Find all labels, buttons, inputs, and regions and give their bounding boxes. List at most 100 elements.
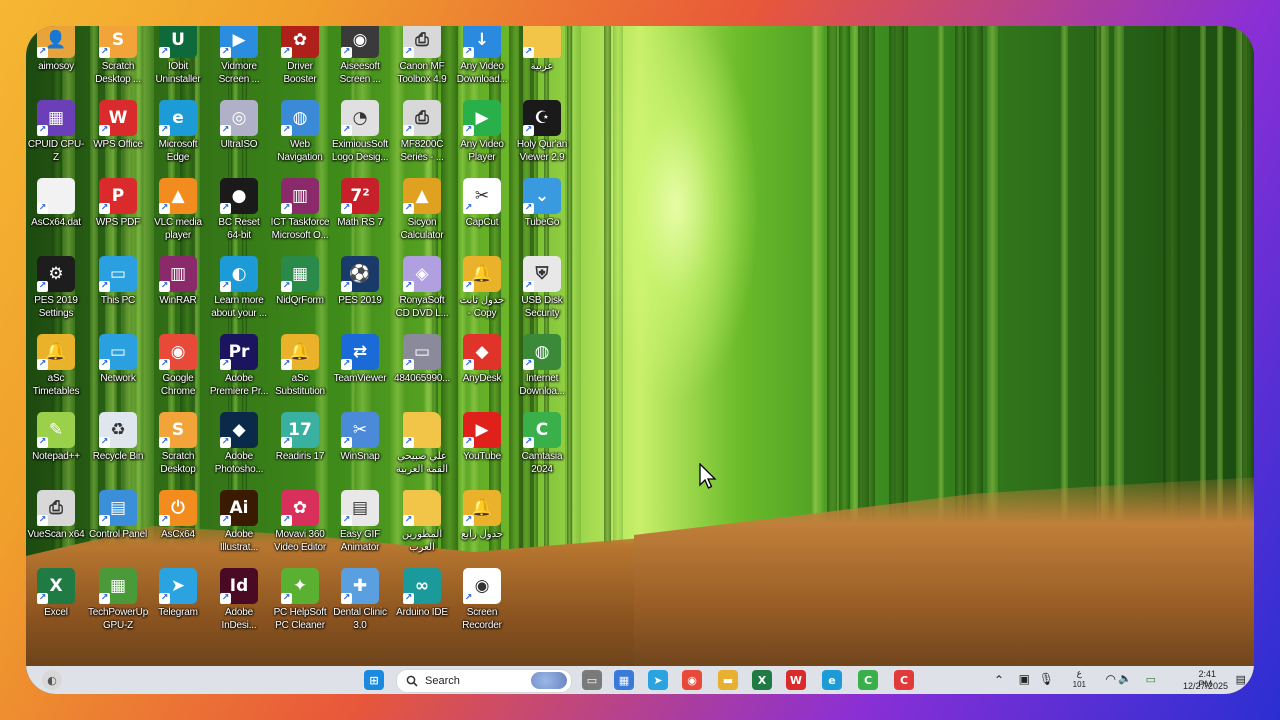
desktop-icon[interactable]: 7² ↗ Math RS 7	[330, 178, 390, 256]
desktop-icon[interactable]: ⏻ ↗ AsCx64	[148, 490, 208, 568]
desktop-icon[interactable]: ▶ ↗ YouTube	[452, 412, 512, 490]
store-icon[interactable]: ▦	[614, 670, 634, 690]
desktop-icon[interactable]: ∞ ↗ Arduino IDE	[392, 568, 452, 646]
desktop-icon[interactable]: ▦ ↗ CPUID CPU-Z	[26, 100, 86, 178]
desktop-icon[interactable]: ✎ ↗ Notepad++	[26, 412, 86, 490]
desktop-icon[interactable]: ✂ ↗ WinSnap	[330, 412, 390, 490]
clock-date[interactable]: 12/27/2025	[1183, 681, 1228, 691]
aiseesoft-icon: ◉ ↗	[341, 26, 379, 58]
desktop-icon[interactable]: e ↗ Microsoft Edge	[148, 100, 208, 178]
screen-recorder-taskbar-icon[interactable]: C	[894, 670, 914, 690]
desktop-icon[interactable]: C ↗ Camtasia 2024	[512, 412, 572, 490]
telegram-taskbar-icon[interactable]: ➤	[648, 670, 668, 690]
language-indicator-top[interactable]: ع	[1077, 668, 1082, 679]
desktop-icon[interactable]: Pr ↗ Adobe Premiere Pr...	[209, 334, 269, 412]
desktop-icon[interactable]: 🔔 ↗ جدول ثابت - Copy	[452, 256, 512, 334]
desktop-icon[interactable]: ▲ ↗ Sicyon Calculator	[392, 178, 452, 256]
desktop-icon[interactable]: ▭ ↗ 484065990...	[392, 334, 452, 412]
language-indicator-bottom[interactable]: 101	[1073, 680, 1086, 689]
desktop-icon[interactable]: S ↗ Scratch Desktop ...	[88, 26, 148, 100]
desktop-icon[interactable]: P ↗ WPS PDF	[88, 178, 148, 256]
desktop-icon[interactable]: ▥ ↗ WinRAR	[148, 256, 208, 334]
desktop-icon[interactable]: ▤ ↗ Control Panel	[88, 490, 148, 568]
desktop-icon[interactable]: Ai ↗ Adobe Illustrat...	[209, 490, 269, 568]
desktop-icon[interactable]: ◆ ↗ Adobe Photosho...	[209, 412, 269, 490]
start-icon[interactable]: ⊞	[364, 670, 384, 690]
desktop-icon[interactable]: ▦ ↗ NidQrForm	[270, 256, 330, 334]
explorer-icon[interactable]: ▬	[718, 670, 738, 690]
battery-icon[interactable]: ▭	[1146, 673, 1156, 686]
desktop-icon[interactable]: ✿ ↗ Movavi 360 Video Editor	[270, 490, 330, 568]
desktop-icon[interactable]: ◔ ↗ EximiousSoft Logo Desig...	[330, 100, 390, 178]
desktop-icon[interactable]: ⚽ ↗ PES 2019	[330, 256, 390, 334]
desktop-icon[interactable]: S ↗ Scratch Desktop	[148, 412, 208, 490]
desktop-icon[interactable]: ▦ ↗ TechPowerUp GPU-Z	[88, 568, 148, 646]
desktop-icon[interactable]: ⌄ ↗ TubeGo	[512, 178, 572, 256]
desktop-icon[interactable]: ✦ ↗ PC HelpSoft PC Cleaner	[270, 568, 330, 646]
desktop-icon[interactable]: ▶ ↗ Any Video Player	[452, 100, 512, 178]
edge-taskbar-icon[interactable]: e	[822, 670, 842, 690]
desktop-icon[interactable]: ♻ ↗ Recycle Bin	[88, 412, 148, 490]
desktop-icon[interactable]: ● ↗ BC Reset 64-bit	[209, 178, 269, 256]
desktop-icon[interactable]: ◆ ↗ AnyDesk	[452, 334, 512, 412]
show-hidden-icons-chevron-icon[interactable]: ⌃	[994, 673, 1004, 687]
volume-icon[interactable]: 🔈	[1118, 672, 1132, 685]
desktop-icon[interactable]: ◉ ↗ Aiseesoft Screen ...	[330, 26, 390, 100]
desktop-icon[interactable]: ◈ ↗ RonyaSoft CD DVD L...	[392, 256, 452, 334]
onedrive-icon[interactable]: ▣	[1019, 672, 1030, 686]
desktop-icon[interactable]: ▤ ↗ Easy GIF Animator	[330, 490, 390, 568]
excel-taskbar-icon[interactable]: X	[752, 670, 772, 690]
shortcut-arrow-icon: ↗	[220, 281, 231, 292]
desktop-icon[interactable]: ✚ ↗ Dental Clinic 3.0	[330, 568, 390, 646]
task-view-icon[interactable]: ▭	[582, 670, 602, 690]
desktop-icon[interactable]: ↗ AsCx64.dat	[26, 178, 86, 256]
desktop-icon[interactable]: ⎙ ↗ MF8200C Series - ...	[392, 100, 452, 178]
desktop-icon[interactable]: ⎙ ↗ VueScan x64	[26, 490, 86, 568]
notification-icon[interactable]: ▤	[1236, 673, 1246, 686]
desktop-icon[interactable]: ▭ ↗ Network	[88, 334, 148, 412]
microphone-icon[interactable]: 🎙	[1039, 672, 1054, 686]
desktop-icon[interactable]: 🔔 ↗ aSc Timetables	[26, 334, 86, 412]
desktop-icon[interactable]: W ↗ WPS Office	[88, 100, 148, 178]
desktop-icon[interactable]: ↓ ↗ Any Video Download...	[452, 26, 512, 100]
ascx-icon: ⏻ ↗	[159, 490, 197, 526]
wifi-icon[interactable]: ◠	[1106, 672, 1116, 686]
desktop-icon[interactable]: ✿ ↗ Driver Booster	[270, 26, 330, 100]
desktop-icon[interactable]: ▶ ↗ Vidmore Screen ...	[209, 26, 269, 100]
wps-taskbar-icon[interactable]: W	[786, 670, 806, 690]
desktop-icon[interactable]: ⚙ ↗ PES 2019 Settings	[26, 256, 86, 334]
desktop-icon[interactable]: ↗ عربية	[512, 26, 572, 100]
desktop-icon[interactable]: ◍ ↗ Web Navigation	[270, 100, 330, 178]
desktop-icon[interactable]: ⛨ ↗ USB Disk Security	[512, 256, 572, 334]
desktop-icon[interactable]: ◐ ↗ Learn more about your ...	[209, 256, 269, 334]
shortcut-arrow-icon: ↗	[463, 203, 474, 214]
desktop-icon[interactable]: ➤ ↗ Telegram	[148, 568, 208, 646]
desktop-icon[interactable]: ◎ ↗ UltraISO	[209, 100, 269, 178]
desktop-icon[interactable]: X ↗ Excel	[26, 568, 86, 646]
desktop-icon[interactable]: ⎙ ↗ Canon MF Toolbox 4.9	[392, 26, 452, 100]
desktop-icon[interactable]: ⇄ ↗ TeamViewer	[330, 334, 390, 412]
widgets-icon[interactable]: ◐	[42, 670, 62, 690]
desktop-icon[interactable]: U ↗ IObit Uninstaller	[148, 26, 208, 100]
search-box[interactable]: Search	[396, 669, 572, 693]
desktop-icon[interactable]: ▥ ↗ ICT Taskforce Microsoft O...	[270, 178, 330, 256]
desktop-icon[interactable]: ▭ ↗ This PC	[88, 256, 148, 334]
desktop-icon[interactable]: Id ↗ Adobe InDesi...	[209, 568, 269, 646]
printer-icon: ⎙ ↗	[403, 26, 441, 58]
chrome-taskbar-icon[interactable]: ◉	[682, 670, 702, 690]
desktop-icon[interactable]: 17 ↗ Readiris 17	[270, 412, 330, 490]
camtasia-taskbar-icon[interactable]: C	[858, 670, 878, 690]
chrome-icon: ◉ ↗	[159, 334, 197, 370]
desktop-icon[interactable]: 🔔 ↗ aSc Substitution	[270, 334, 330, 412]
desktop-icon[interactable]: ▲ ↗ VLC media player	[148, 178, 208, 256]
desktop-icon[interactable]: ☪ ↗ Holy Qur'an Viewer 2.9	[512, 100, 572, 178]
desktop-icon[interactable]: ✂ ↗ CapCut	[452, 178, 512, 256]
desktop-icon[interactable]: ◉ ↗ Google Chrome	[148, 334, 208, 412]
desktop-icon[interactable]: 👤 ↗ aimosoy	[26, 26, 86, 100]
desktop-icon[interactable]: 🔔 ↗ جدول رابع	[452, 490, 512, 568]
desktop-icon[interactable]: ↗ المطورين العرب	[392, 490, 452, 568]
desktop-icon-label: 484065990...	[394, 373, 450, 384]
desktop-icon[interactable]: ◍ ↗ Internet Downloa...	[512, 334, 572, 412]
desktop-icon[interactable]: ↗ علي صبيحي القمة العربية	[392, 412, 452, 490]
desktop-icon[interactable]: ◉ ↗ Screen Recorder	[452, 568, 512, 646]
